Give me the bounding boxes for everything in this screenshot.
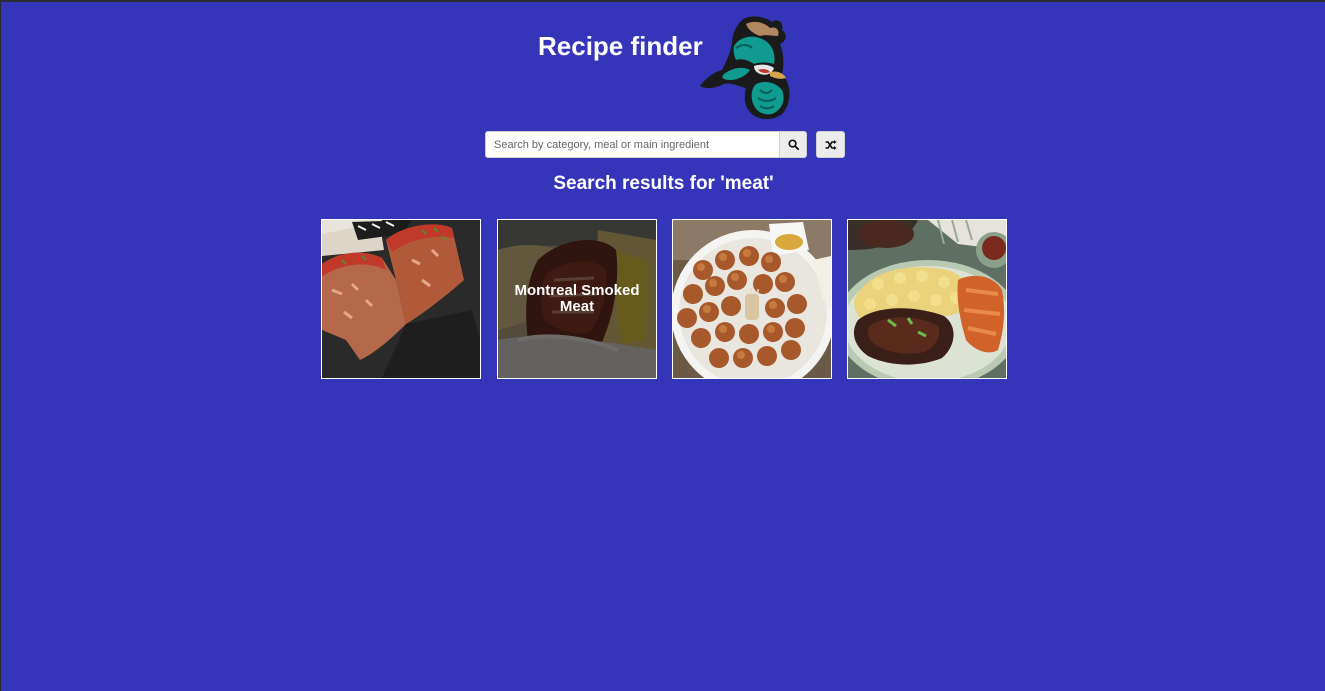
meal-card[interactable]	[847, 219, 1007, 379]
search-icon	[787, 139, 799, 150]
meal-card[interactable]	[672, 219, 832, 379]
results-heading: Search results for 'meat'	[553, 173, 774, 194]
shuffle-icon	[825, 139, 836, 150]
meal-card[interactable]: Montreal Smoked Meat	[497, 219, 657, 379]
meal-overlay: Montreal Smoked Meat	[498, 220, 656, 378]
app-title: Recipe finder	[538, 31, 703, 61]
search-button[interactable]	[779, 131, 807, 158]
search-bar	[485, 131, 845, 158]
meal-card[interactable]	[321, 219, 481, 379]
header: Recipe finder	[538, 14, 798, 122]
meals-grid: Montreal Smoked Meat	[321, 219, 1011, 379]
random-meal-button[interactable]	[816, 131, 845, 158]
search-input[interactable]	[485, 131, 780, 158]
meal-name: Montreal Smoked Meat	[514, 282, 640, 315]
rooster-mascot-icon	[700, 16, 790, 120]
